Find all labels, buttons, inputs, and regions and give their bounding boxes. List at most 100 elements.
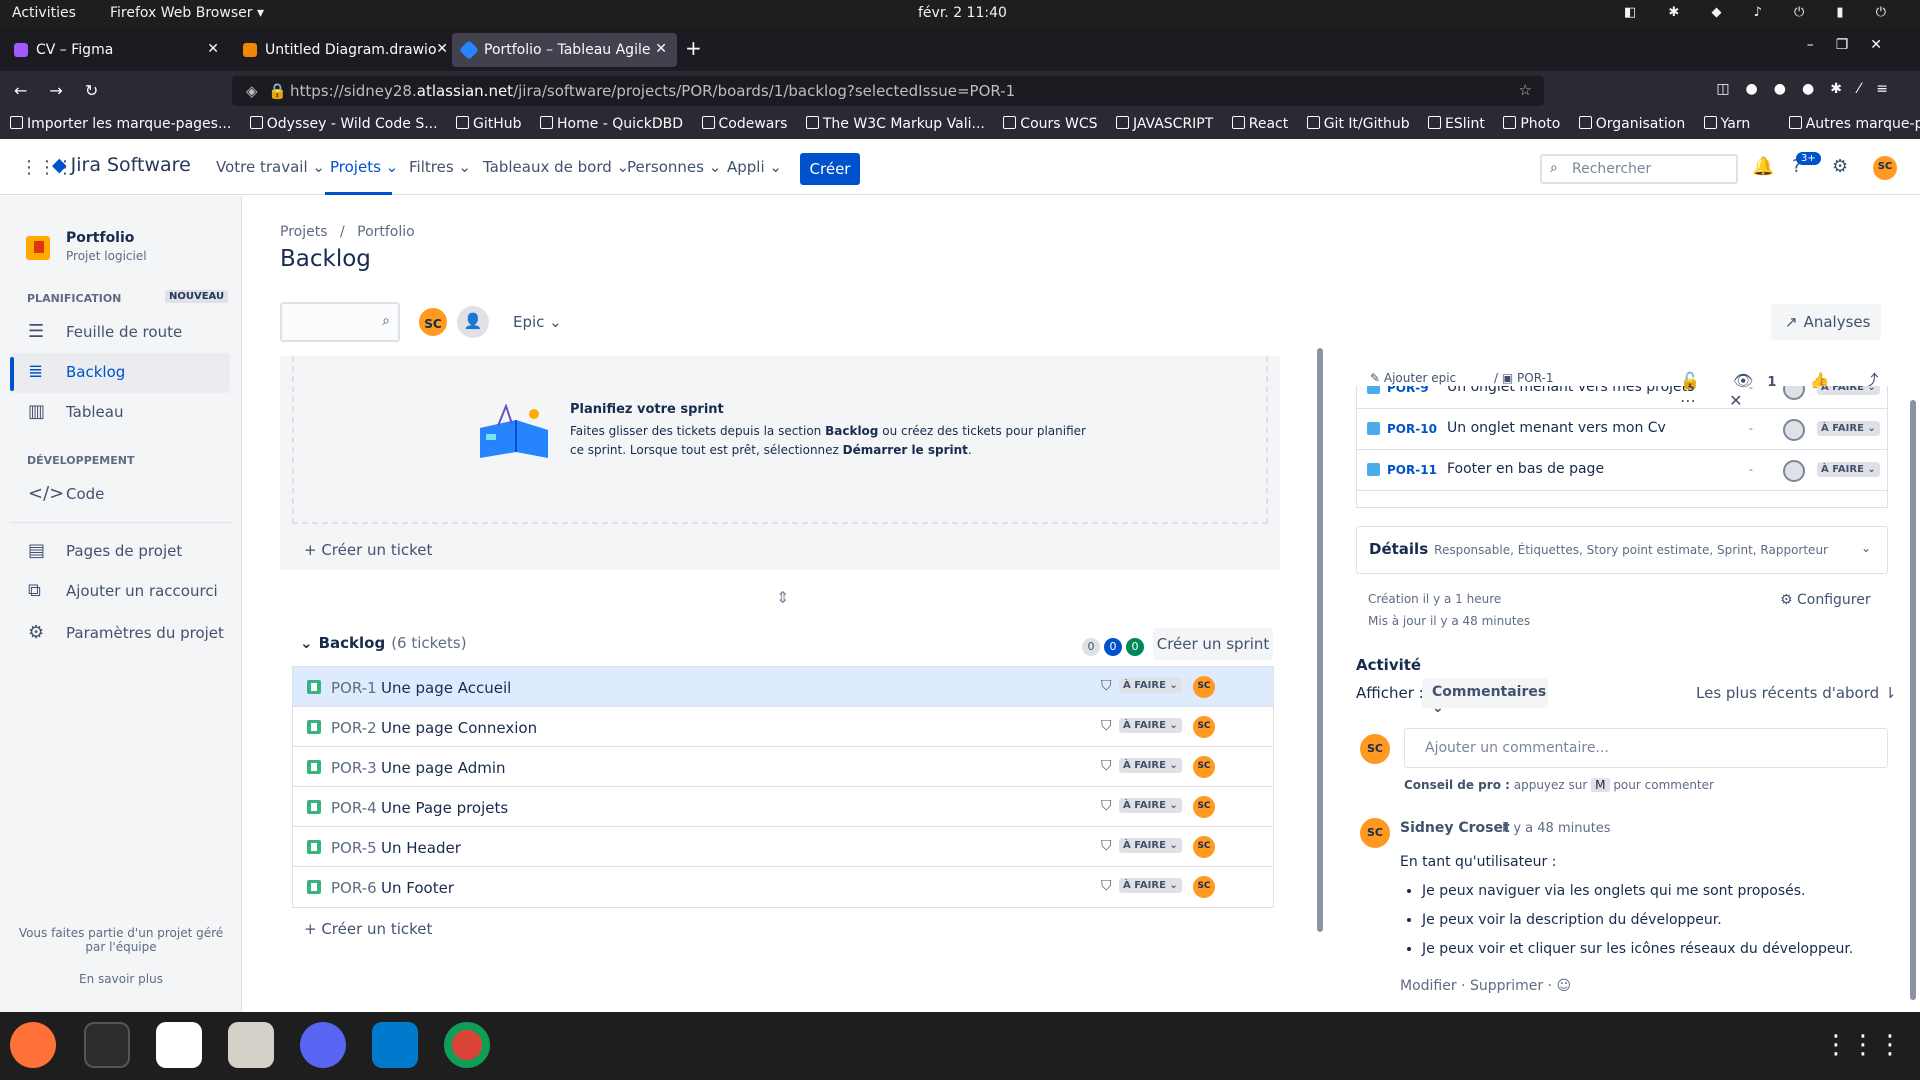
comment-author[interactable]: Sidney Croset [1400, 820, 1510, 836]
child-issues-icon[interactable]: ⛉ [1101, 678, 1112, 694]
bookmark-folder[interactable]: Photo [1503, 116, 1560, 132]
tab-figma[interactable]: CV – Figma ✕ [4, 33, 229, 67]
show-apps-grid-icon[interactable]: ⋮⋮⋮ [1823, 1030, 1904, 1060]
nav-votre-travail[interactable]: Votre travail ⌄ [216, 158, 325, 176]
sidebar-item-board[interactable]: ▥ Tableau [10, 393, 230, 433]
configure-button[interactable]: ⚙ Configurer [1780, 592, 1871, 608]
comment-actions[interactable]: Modifier · Supprimer · ☺ [1400, 978, 1571, 994]
vscode-icon[interactable] [372, 1022, 418, 1068]
issue-key[interactable]: POR-2 [331, 719, 377, 737]
status-dropdown[interactable]: À FAIRE ⌄ [1119, 718, 1182, 733]
add-epic-button[interactable]: ✎ Ajouter epic [1370, 371, 1456, 385]
app-menu[interactable]: Firefox Web Browser ▾ [110, 5, 264, 21]
child-issues-icon[interactable]: ⛉ [1101, 838, 1112, 854]
table-row[interactable]: POR-11 Footer en bas de page - À FAIRE ⌄ [1357, 450, 1887, 491]
table-row[interactable]: POR-10 Un onglet menant vers mon Cv - À FAI… [1357, 409, 1887, 450]
clock[interactable]: févr. 2 11:40 [918, 5, 1007, 21]
child-issues-icon[interactable]: ⛉ [1101, 878, 1112, 894]
issue-key[interactable]: POR-5 [331, 839, 377, 857]
system-tray-icons[interactable]: ◧ ✱ ◆ ♪ ⏻ ▮ ⏻ [1624, 5, 1900, 20]
issue-summary[interactable]: Une page Connexion [381, 719, 537, 737]
files-icon[interactable] [228, 1022, 274, 1068]
nav-personnes[interactable]: Personnes ⌄ [627, 158, 721, 176]
bookmark-item[interactable]: Odyssey - Wild Code S... [249, 116, 438, 132]
assignee-avatar[interactable]: SC [1193, 876, 1215, 898]
table-row[interactable]: POR-1 Une page Accueil ⛉ À FAIRE ⌄ SC [293, 667, 1273, 707]
subtask-summary[interactable]: Footer en bas de page [1447, 461, 1604, 477]
bookmark-item[interactable]: Importer les marque-pages... [10, 116, 231, 132]
assignee-avatar[interactable]: SC [1193, 836, 1215, 858]
new-tab-button[interactable]: + [685, 36, 702, 60]
subtask-key[interactable]: POR-11 [1387, 463, 1437, 477]
bookmark-folder[interactable]: Organisation [1578, 116, 1685, 132]
sidebar-item-roadmap[interactable]: ☰ Feuille de route [10, 313, 230, 353]
issue-key[interactable]: POR-1 [331, 679, 377, 697]
table-row[interactable]: POR-4 Une Page projets ⛉ À FAIRE ⌄ SC [293, 787, 1273, 827]
table-row[interactable]: POR-6 Un Footer ⛉ À FAIRE ⌄ SC [293, 867, 1273, 907]
nav-filtres[interactable]: Filtres ⌄ [409, 158, 471, 176]
user-avatar[interactable]: SC [1873, 156, 1897, 180]
assignee-avatar[interactable]: SC [1193, 716, 1215, 738]
tab-jira-portfolio[interactable]: Portfolio – Tableau Agile ✕ [452, 33, 677, 67]
assignee-avatar[interactable]: SC [1193, 756, 1215, 778]
issue-summary[interactable]: Une Page projets [381, 799, 508, 817]
status-dropdown[interactable]: À FAIRE ⌄ [1119, 798, 1182, 813]
issue-key[interactable]: POR-6 [331, 879, 377, 897]
subtask-key[interactable]: POR-10 [1387, 422, 1437, 436]
learn-more-link[interactable]: En savoir plus [0, 972, 242, 986]
issue-key-breadcrumb[interactable]: / ▣ POR-1 [1494, 371, 1554, 385]
bookmark-folder[interactable]: ESlint [1428, 116, 1485, 132]
subtask-summary[interactable]: Un onglet menant vers mes projets [1447, 386, 1694, 395]
breadcrumb-projects[interactable]: Projets [280, 224, 328, 240]
activities-button[interactable]: Activities [12, 5, 76, 21]
search-input[interactable]: ⌕ Rechercher [1540, 154, 1738, 184]
nav-appli[interactable]: Appli ⌄ [727, 158, 782, 176]
assignee-avatar[interactable]: SC [1193, 796, 1215, 818]
backlog-search-input[interactable]: ⌕ [280, 302, 400, 342]
jira-logo[interactable]: ◆ Jira Software [52, 154, 191, 176]
add-people-icon[interactable]: 👤 [457, 306, 489, 338]
bookmark-folder[interactable]: JAVASCRIPT [1115, 116, 1213, 132]
shield-icon[interactable]: ◈ [246, 82, 258, 100]
bookmark-folder[interactable]: Git It/Github [1306, 116, 1410, 132]
address-bar[interactable]: https://sidney28.atlassian.net/jira/soft… [232, 76, 1544, 106]
comment-author-avatar[interactable]: SC [1360, 818, 1390, 848]
lock-icon[interactable]: 🔒 [268, 82, 287, 100]
activity-filter-dropdown[interactable]: Commentaires ⌄ [1422, 678, 1548, 716]
table-row[interactable]: POR-3 Une page Admin ⛉ À FAIRE ⌄ SC [293, 747, 1273, 787]
insights-button[interactable]: ↗ Analyses [1771, 304, 1881, 340]
issue-summary[interactable]: Une page Admin [381, 759, 506, 777]
table-row[interactable]: POR-5 Un Header ⛉ À FAIRE ⌄ SC [293, 827, 1273, 867]
issue-summary[interactable]: Une page Accueil [381, 679, 511, 697]
nav-projets[interactable]: Projets ⌄ [330, 158, 398, 176]
sort-order-button[interactable]: Les plus récents d'abord ⇂ [1696, 684, 1897, 702]
slack-icon[interactable] [156, 1022, 202, 1068]
bookmark-item[interactable]: GitHub [456, 116, 522, 132]
bookmark-folder[interactable]: Autres marque-pages [1788, 116, 1920, 132]
bookmark-item[interactable]: The W3C Markup Vali... [805, 116, 985, 132]
chrome-icon[interactable] [444, 1022, 490, 1068]
backlog-create-ticket-button[interactable]: + Créer un ticket [304, 920, 432, 938]
bookmark-folder[interactable]: Cours WCS [1003, 116, 1098, 132]
nav-tableaux-de-bord[interactable]: Tableaux de bord ⌄ [483, 158, 629, 176]
sprint-create-ticket-button[interactable]: + Créer un ticket [304, 541, 432, 559]
detail-scrollbar[interactable] [1910, 400, 1916, 1000]
resize-handle-icon[interactable]: ⇕ [776, 588, 789, 607]
extension-icons[interactable]: ◫●●●✱⁄≡ [1716, 81, 1904, 97]
bookmark-item[interactable]: Codewars [701, 116, 787, 132]
close-icon[interactable]: ✕ [655, 41, 667, 57]
unassigned-avatar-icon[interactable] [1783, 419, 1805, 441]
back-forward-reload-buttons[interactable]: ←→↻ [14, 81, 120, 100]
unassigned-avatar-icon[interactable] [1783, 460, 1805, 482]
add-comment-input[interactable]: Ajouter un commentaire... [1404, 728, 1888, 768]
terminal-icon[interactable] [84, 1022, 130, 1068]
status-dropdown[interactable]: À FAIRE ⌄ [1119, 878, 1182, 893]
status-dropdown[interactable]: À FAIRE ⌄ [1817, 462, 1880, 477]
sidebar-item-backlog[interactable]: ≣ Backlog [10, 353, 230, 393]
bookmark-star-icon[interactable]: ☆ [1519, 81, 1532, 99]
issue-summary[interactable]: Un Header [381, 839, 461, 857]
firefox-icon[interactable] [10, 1022, 56, 1068]
tab-drawio[interactable]: Untitled Diagram.drawio ✕ [233, 33, 458, 67]
subtask-key[interactable]: POR-9 [1387, 386, 1429, 395]
project-name[interactable]: Portfolio [66, 230, 134, 246]
